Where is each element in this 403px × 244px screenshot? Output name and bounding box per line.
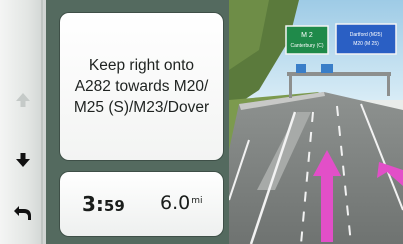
down-arrow-icon xyxy=(16,153,30,167)
back-button[interactable] xyxy=(0,192,46,232)
small-sign-left xyxy=(296,64,306,73)
side-rail xyxy=(0,0,47,244)
scroll-down-button[interactable] xyxy=(0,140,46,180)
distance-remaining: 6.0mi xyxy=(160,192,203,214)
arrival-time-hours: 3: xyxy=(82,192,104,216)
gantry-post-left xyxy=(289,72,292,98)
sign-green-line2: Canterbury (C) xyxy=(290,43,323,49)
gantry-post-right xyxy=(387,72,390,96)
distance-value: 6.0 xyxy=(160,192,191,214)
arrival-time: 3:59 xyxy=(82,192,125,216)
distance-unit: mi xyxy=(191,196,203,206)
up-arrow-icon xyxy=(16,93,30,107)
back-arrow-icon xyxy=(14,206,31,220)
turn-instruction-text: Keep right onto A282 towards M20/ M25 (S… xyxy=(73,57,210,116)
junction-scene: M 2 Canterbury (C) Dartford (M25) M20 (M… xyxy=(229,0,403,244)
turn-instruction-card[interactable]: Keep right onto A282 towards M20/ M25 (S… xyxy=(60,13,223,160)
motorway-surface xyxy=(229,92,403,244)
junction-view: M 2 Canterbury (C) Dartford (M25) M20 (M… xyxy=(229,0,403,244)
arrival-time-minutes: 59 xyxy=(103,197,125,215)
trip-info-card[interactable]: 3:59 6.0mi xyxy=(60,172,223,236)
small-sign-right xyxy=(321,64,333,73)
sign-blue-line2: M20 (M 25) xyxy=(353,41,379,47)
scroll-up-button[interactable] xyxy=(0,80,46,120)
direction-sign-green xyxy=(285,25,329,55)
sign-green-line1: M 2 xyxy=(301,32,313,39)
direction-sign-blue xyxy=(335,23,397,55)
sign-blue-line1: Dartford (M25) xyxy=(350,32,383,38)
